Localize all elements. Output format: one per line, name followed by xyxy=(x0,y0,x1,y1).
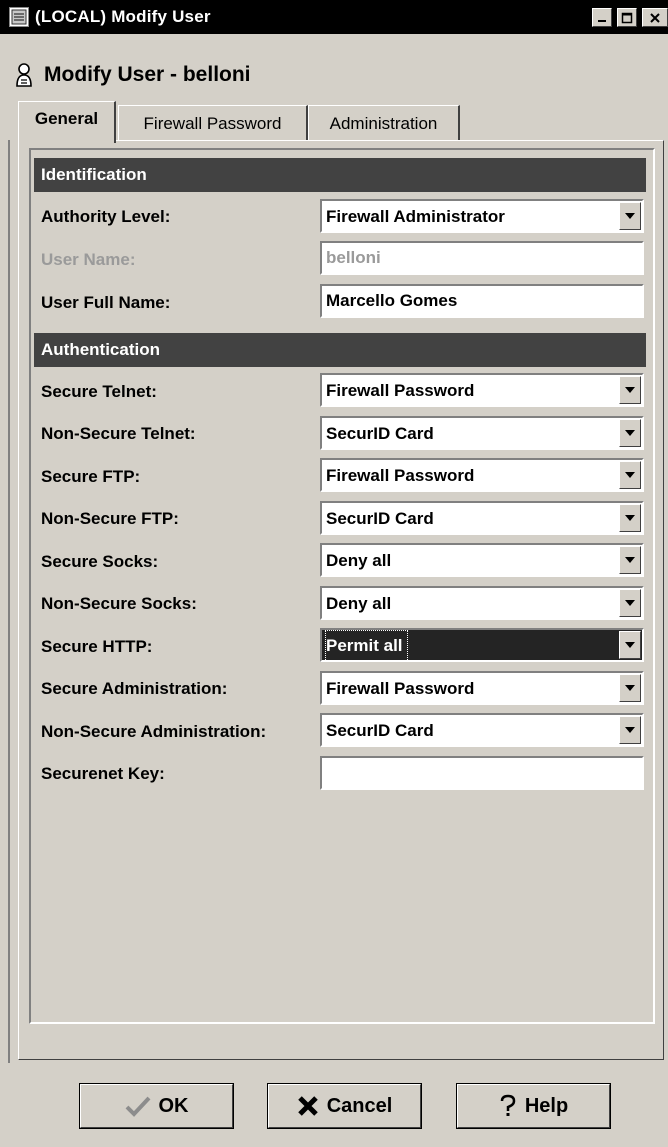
secure-ftp-label: Secure FTP: xyxy=(41,467,141,486)
secure-socks-value: Deny all xyxy=(326,551,392,570)
help-label: Help xyxy=(524,1094,569,1117)
tab-general[interactable]: General xyxy=(18,101,116,143)
chevron-down-icon[interactable] xyxy=(619,546,641,574)
minimize-button[interactable] xyxy=(592,8,612,27)
non-secure-administration-dropdown[interactable]: SecurID Card xyxy=(320,713,644,747)
chevron-down-icon[interactable] xyxy=(619,376,641,404)
secure-http-value: Permit all xyxy=(325,630,408,660)
chevron-down-icon[interactable] xyxy=(619,631,641,659)
checkmark-icon xyxy=(125,1095,151,1117)
chevron-down-icon[interactable] xyxy=(619,419,641,447)
authority-level-dropdown[interactable]: Firewall Administrator xyxy=(320,199,644,233)
maximize-button[interactable] xyxy=(617,8,637,27)
secure-socks-dropdown[interactable]: Deny all xyxy=(320,543,644,577)
securenet-key-label: Securenet Key: xyxy=(41,764,165,783)
dialog-heading: Modify User - belloni xyxy=(14,60,251,90)
secure-administration-value: Firewall Password xyxy=(326,679,475,698)
user-icon xyxy=(16,63,32,87)
close-button[interactable] xyxy=(642,8,668,27)
tab-label: General xyxy=(34,108,99,128)
authority-level-value: Firewall Administrator xyxy=(326,207,505,226)
ok-button[interactable]: OK xyxy=(79,1083,234,1129)
secure-http-dropdown[interactable]: Permit all xyxy=(320,628,644,662)
chevron-down-icon[interactable] xyxy=(619,589,641,617)
chevron-down-icon[interactable] xyxy=(619,504,641,532)
non-secure-ftp-label: Non-Secure FTP: xyxy=(41,509,179,528)
maximize-icon xyxy=(621,12,633,23)
section-identification: Identification xyxy=(34,158,646,192)
non-secure-administration-value: SecurID Card xyxy=(326,721,434,740)
tab-label: Administration xyxy=(329,113,438,133)
user-name-label: User Name: xyxy=(41,250,136,269)
close-icon xyxy=(650,12,660,23)
secure-telnet-label: Secure Telnet: xyxy=(41,382,157,401)
chevron-down-icon[interactable] xyxy=(619,461,641,489)
user-name-field: belloni xyxy=(320,241,644,275)
non-secure-telnet-value: SecurID Card xyxy=(326,424,434,443)
secure-ftp-value: Firewall Password xyxy=(326,466,475,485)
secure-socks-label: Secure Socks: xyxy=(41,552,159,571)
title-bar[interactable]: (LOCAL) Modify User xyxy=(0,0,668,34)
x-icon xyxy=(297,1095,319,1117)
chevron-down-icon[interactable] xyxy=(619,716,641,744)
user-full-name-field[interactable]: Marcello Gomes xyxy=(320,284,644,318)
non-secure-telnet-label: Non-Secure Telnet: xyxy=(41,424,196,443)
window-edge xyxy=(8,140,10,1065)
secure-telnet-dropdown[interactable]: Firewall Password xyxy=(320,373,644,407)
non-secure-telnet-dropdown[interactable]: SecurID Card xyxy=(320,416,644,450)
securenet-key-field[interactable] xyxy=(320,756,644,790)
non-secure-ftp-dropdown[interactable]: SecurID Card xyxy=(320,501,644,535)
ok-label: OK xyxy=(158,1094,189,1117)
secure-ftp-dropdown[interactable]: Firewall Password xyxy=(320,458,644,492)
non-secure-socks-value: Deny all xyxy=(326,594,392,613)
window-title: (LOCAL) Modify User xyxy=(35,7,211,26)
secure-administration-label: Secure Administration: xyxy=(41,679,228,698)
help-button[interactable]: Help xyxy=(456,1083,611,1129)
chevron-down-icon[interactable] xyxy=(619,202,641,230)
cancel-label: Cancel xyxy=(326,1094,393,1117)
authority-level-label: Authority Level: xyxy=(41,207,171,226)
secure-http-label: Secure HTTP: xyxy=(41,637,153,656)
non-secure-ftp-value: SecurID Card xyxy=(326,509,434,528)
app-window-icon[interactable] xyxy=(9,7,29,27)
chevron-down-icon[interactable] xyxy=(619,674,641,702)
non-secure-socks-label: Non-Secure Socks: xyxy=(41,594,197,613)
minimize-icon xyxy=(598,19,606,22)
user-full-name-label: User Full Name: xyxy=(41,293,171,312)
tab-administration[interactable]: Administration xyxy=(308,105,460,141)
tab-label: Firewall Password xyxy=(143,113,282,133)
question-icon xyxy=(499,1094,517,1118)
non-secure-administration-label: Non-Secure Administration: xyxy=(41,722,267,741)
tab-firewall-password[interactable]: Firewall Password xyxy=(118,105,308,141)
section-authentication: Authentication xyxy=(34,333,646,367)
non-secure-socks-dropdown[interactable]: Deny all xyxy=(320,586,644,620)
secure-administration-dropdown[interactable]: Firewall Password xyxy=(320,671,644,705)
cancel-button[interactable]: Cancel xyxy=(267,1083,422,1129)
page-title: Modify User - belloni xyxy=(44,63,251,86)
secure-telnet-value: Firewall Password xyxy=(326,381,475,400)
